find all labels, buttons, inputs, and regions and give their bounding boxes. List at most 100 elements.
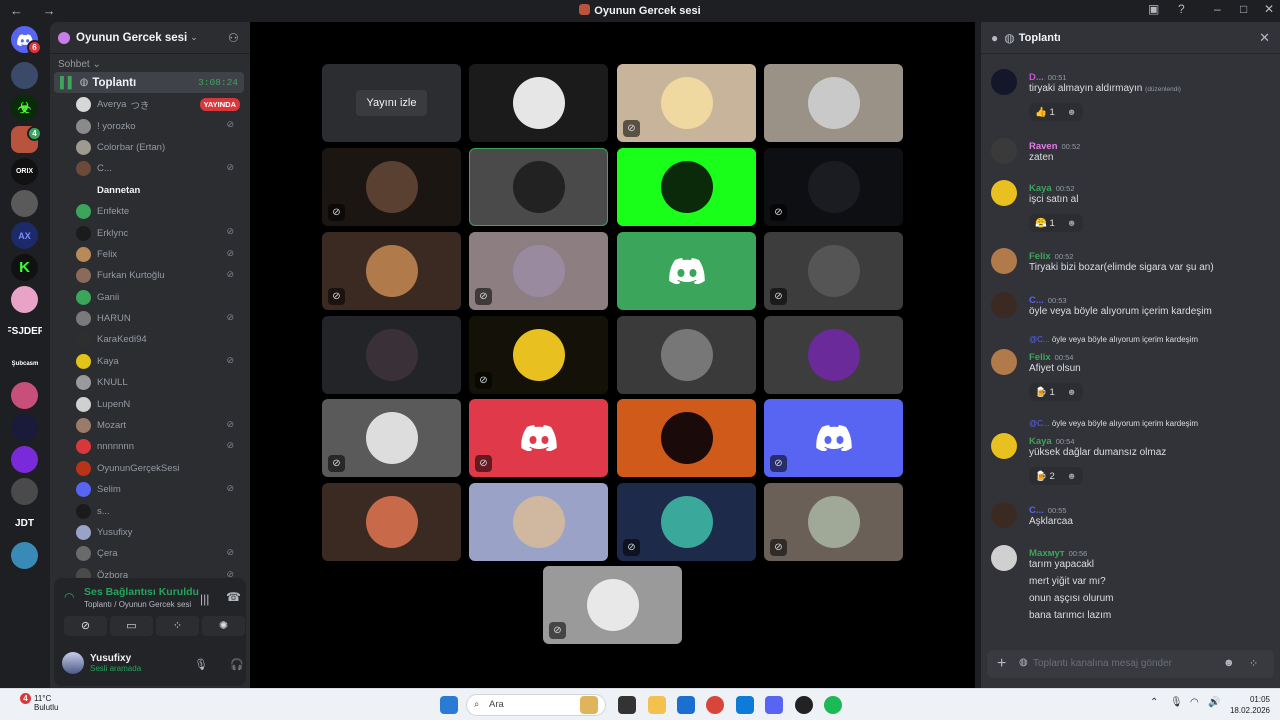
file-explorer-icon[interactable] [648,696,666,714]
participant-tile[interactable]: ⊘ [617,64,756,142]
jdt-server-icon[interactable]: JDT [11,510,38,537]
message-composer[interactable]: + ◍ Toplantı kanalına mesaj gönder ☻ ⁘ [987,650,1274,678]
avatar[interactable] [991,138,1017,164]
inbox-icon[interactable]: ▣ [1148,2,1159,16]
participant-tile[interactable]: ⊘ [764,483,903,561]
mic-icon[interactable]: 🎙 [194,658,208,671]
voice-user[interactable]: Özbora ⊘ [76,565,242,578]
avatar[interactable] [991,180,1017,206]
ax-server-icon[interactable]: AX [11,222,38,249]
message-author[interactable]: C... [1029,295,1044,306]
start-icon[interactable] [440,696,458,714]
participant-tile[interactable] [469,148,608,226]
avatar[interactable] [991,433,1017,459]
voice-user[interactable]: Selim ⊘ [76,479,242,500]
participant-tile[interactable]: ⊘ [764,232,903,310]
activity-button[interactable]: ⁘ [156,616,199,636]
chat-message[interactable]: Kaya 00:52 işci satın al 😤 1 ☻ [991,180,1271,240]
voice-location[interactable]: Toplantı / Oyunun Gercek sesi [84,600,191,609]
participant-tile[interactable] [322,483,461,561]
voice-user[interactable]: KNULL [76,372,242,393]
chat-message[interactable]: D... 00:51 tiryaki almayın aldırmayın (düz… [991,69,1271,129]
voice-user[interactable]: Kaya ⊘ [76,351,242,372]
voice-user[interactable]: Furkan Kurtoğlu ⊘ [76,265,242,286]
volume-icon[interactable]: 🔊 [1208,697,1220,708]
participant-tile[interactable] [469,483,608,561]
voice-user[interactable]: Colorbar (Ertan) [76,137,242,158]
message-author[interactable]: C... [1029,505,1044,516]
attach-plus-icon[interactable]: + [997,655,1006,673]
voice-user[interactable]: Averya つき YAYINDA [76,94,242,115]
server-grey-icon[interactable] [11,478,38,505]
avatar[interactable] [991,545,1017,571]
participant-tile[interactable]: Yayını izle [322,64,461,142]
message-input-placeholder[interactable]: Toplantı kanalına mesaj gönder [1033,658,1172,669]
disconnect-icon[interactable]: ☎ [226,590,241,604]
participant-tile[interactable] [764,64,903,142]
voice-user[interactable]: Felix ⊘ [76,244,242,265]
participant-tile[interactable] [617,232,756,310]
message-author[interactable]: Kaya [1029,436,1052,447]
server-blue-icon[interactable] [11,542,38,569]
orix-server-icon[interactable]: ORIX [11,158,38,185]
voice-user[interactable]: OyununGerçekSesi [76,458,242,479]
chat-message[interactable]: @C... öyle veya böyle alıyorum içerim ka… [991,419,1271,485]
wifi-icon[interactable]: ◠ [1190,697,1199,708]
voice-user[interactable]: HARUN ⊘ [76,308,242,329]
participant-tile[interactable]: ⊘ [469,232,608,310]
voice-status[interactable]: Ses Bağlantısı Kuruldu [84,586,199,598]
server-dark-icon[interactable] [11,414,38,441]
chat-message[interactable]: Махмут 00:56 tarım yapacakl mert yiğit var … [991,545,1271,621]
category-label[interactable]: Sohbet ⌄ [58,59,101,70]
voice-user[interactable]: LupenN [76,393,242,414]
participant-tile[interactable] [764,316,903,394]
noise-icon[interactable]: ||| [200,592,209,606]
spotify-icon[interactable] [824,696,842,714]
voice-user[interactable]: Yusufixy [76,522,242,543]
participant-tile[interactable] [617,399,756,477]
avatar[interactable] [991,502,1017,528]
task-view-icon[interactable] [618,696,636,714]
fsjdep-server-icon[interactable]: FSJDEP [8,318,42,345]
chat-message[interactable]: @C... öyle veya böyle alıyorum içerim ka… [991,335,1271,401]
headphones-icon[interactable]: 🎧 [230,658,244,671]
participant-tile[interactable] [469,64,608,142]
avatar[interactable] [991,349,1017,375]
tray-mic-icon[interactable]: 🎙 [1170,697,1183,708]
voice-user[interactable]: Mozart ⊘ [76,415,242,436]
message-author[interactable]: Raven [1029,141,1058,152]
kaccam-server-icon[interactable]: Şubcasm [8,350,42,377]
biohazard-server-icon[interactable]: ☣ [11,94,38,121]
add-reaction-icon[interactable]: ☻ [1067,471,1077,482]
server-photo-icon[interactable] [11,190,38,217]
participant-tile[interactable] [617,316,756,394]
close-window-icon[interactable]: ✕ [1264,2,1274,16]
close-chat-icon[interactable]: ✕ [1259,30,1270,46]
participant-tile[interactable]: ⊘ [764,148,903,226]
add-reaction-icon[interactable]: ☻ [1067,107,1077,118]
discord-taskbar-icon[interactable] [765,696,783,714]
message-author[interactable]: Felix [1029,352,1051,363]
voice-user[interactable]: s... [76,500,242,521]
user-area[interactable]: Yusufixy Sesli aramada [62,652,141,674]
participant-tile[interactable]: ⊘ [322,232,461,310]
app-icon[interactable] [795,696,813,714]
participant-tile[interactable]: ⊘ [469,399,608,477]
avatar[interactable] [991,292,1017,318]
reaction-pill[interactable]: 🍺 1 ☻ [1029,383,1083,401]
voice-user[interactable]: Ganii [76,287,242,308]
clock[interactable]: 01:05 18.02.2026 [1230,694,1270,716]
voice-user[interactable]: Enfekte [76,201,242,222]
chrome-icon[interactable] [706,696,724,714]
maximize-icon[interactable]: □ [1240,2,1247,16]
watch-stream-button[interactable]: Yayını izle [355,90,428,116]
participant-tile[interactable] [617,148,756,226]
copilot-icon[interactable] [736,696,754,714]
minimize-icon[interactable]: – [1214,2,1221,16]
message-author[interactable]: Махмут [1029,548,1065,559]
participant-tile[interactable]: ⊘ [543,566,682,644]
voice-user[interactable]: nnnnnnn ⊘ [76,436,242,457]
reaction-pill[interactable]: 🍺 2 ☻ [1029,467,1083,485]
avatar[interactable] [991,69,1017,95]
help-icon[interactable]: ? [1178,2,1185,16]
